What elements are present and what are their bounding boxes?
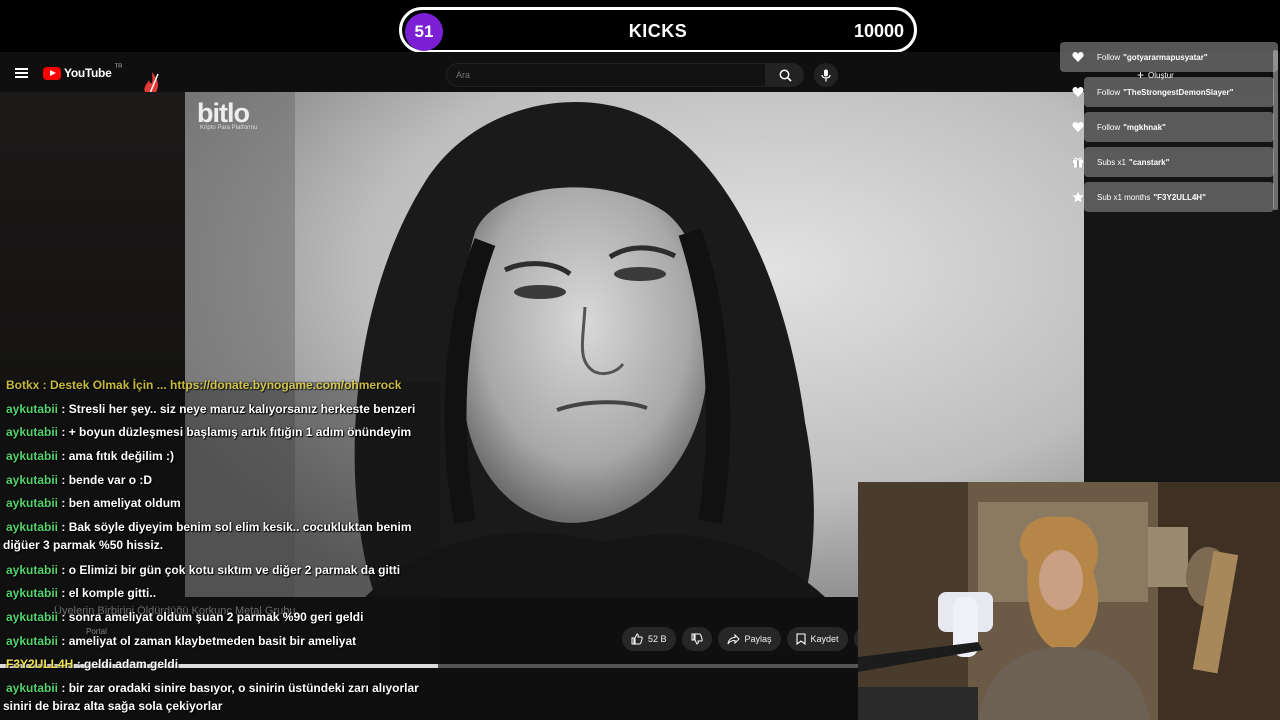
chat-text-continuation: diğüer 3 parmak %50 hissiz. (3, 538, 164, 552)
alert-item: Subs x1 "canstark" (1073, 147, 1274, 177)
chat-username: aykutabii (6, 473, 59, 487)
chat-text: : bende var o :D (58, 473, 153, 487)
chat-username: aykutabii (6, 681, 59, 695)
chat-username: aykutabii (6, 586, 59, 600)
chat-username: aykutabii (6, 563, 59, 577)
chat-username: aykutabii (6, 425, 59, 439)
alert-username: "TheStrongestDemonSlayer" (1123, 87, 1234, 97)
chat-message: aykutabii : bir zar oradaki sinire basıy… (0, 679, 419, 715)
chat-username: aykutabii (6, 634, 59, 648)
chat-text: : + boyun düzleşmesi başlamış artık fıtı… (58, 425, 412, 439)
chat-message: aykutabii : Bak söyle diyeyim benim sol … (0, 518, 412, 554)
kicks-counter: 51 KICKS 10000 (399, 7, 917, 53)
heart-icon (1072, 122, 1084, 132)
chat-username: aykutabii (6, 449, 59, 463)
chat-message: aykutabii : el komple gitti.. (0, 584, 156, 602)
bitlo-watermark-subtitle: Kripto Para Platformu (200, 125, 258, 131)
alert-type: Follow (1097, 87, 1121, 97)
youtube-logo[interactable]: YouTube TR (43, 64, 123, 80)
chat-message: aykutabii : o Elimizi bir gün çok kotu s… (0, 561, 400, 579)
chat-message: F3Y2ULL4H : geldi adam geldi (0, 655, 178, 673)
alerts-scrollbar[interactable] (1273, 50, 1278, 210)
search-input[interactable] (446, 63, 766, 87)
alert-username: "F3Y2ULL4H" (1153, 192, 1206, 202)
chat-text: : o Elimizi bir gün çok kotu sıktım ve d… (58, 563, 401, 577)
heart-icon (1072, 87, 1084, 97)
search-icon (779, 69, 792, 82)
alert-username: "mgkhnak" (1123, 122, 1166, 132)
chat-text-continuation: siniri de biraz alta sağa sola çekiyorla… (3, 699, 223, 713)
chat-message: aykutabii : + boyun düzleşmesi başlamış … (0, 423, 411, 441)
create-button[interactable]: + Oluştur (1137, 68, 1174, 82)
chat-text: : sonra ameliyat oldum şuan 2 parmak %90… (58, 610, 364, 624)
alert-item: Follow "mgkhnak" (1072, 112, 1274, 142)
chat-text: : ameliyat ol zaman klaybetmeden basit b… (58, 634, 357, 648)
stream-layout: 51 KICKS 10000 YouTube TR Ara bitlo Krip… (0, 0, 1280, 720)
chat-username: aykutabii (6, 496, 59, 510)
chat-overlay: Botkx : Destek Olmak İçin ... https://do… (0, 378, 858, 720)
kicks-goal: 10000 (853, 21, 904, 41)
alert-type: Sub x1 months (1097, 192, 1151, 202)
chat-username: aykutabii (6, 610, 59, 624)
create-label: Oluştur (1148, 70, 1174, 80)
alert-type: Subs x1 (1097, 157, 1126, 167)
chat-message: aykutabii : ameliyat ol zaman klaybetmed… (0, 632, 356, 650)
youtube-logo-text: YouTube (64, 66, 112, 80)
chat-text: : ama fıtık değilim :) (58, 449, 175, 463)
chat-message: aykutabii : Stresli her şey.. siz neye m… (0, 400, 415, 418)
search-button[interactable] (766, 63, 804, 87)
chat-username: aykutabii (6, 402, 59, 416)
microphone-icon (821, 69, 831, 81)
chat-text: : Bak söyle diyeyim benim sol elim kesik… (58, 520, 412, 534)
chat-text: : ben ameliyat oldum (58, 496, 181, 510)
alert-type: Follow (1097, 122, 1121, 132)
voice-search-button[interactable] (814, 63, 838, 87)
plus-icon: + (1137, 68, 1145, 82)
chat-message: aykutabii : sonra ameliyat oldum şuan 2 … (0, 608, 363, 626)
webcam-feed (858, 482, 1280, 720)
alert-type: Follow (1097, 52, 1121, 62)
chat-text: : el komple gitti.. (58, 586, 157, 600)
chat-message: aykutabii : bende var o :D (0, 471, 152, 489)
chat-username: aykutabii (6, 520, 59, 534)
chat-username: F3Y2ULL4H (6, 657, 74, 671)
alert-username: "gotyararmapusyatar" (1123, 52, 1208, 62)
left-background (0, 92, 185, 382)
alert-item: Sub x1 months "F3Y2ULL4H" (1072, 182, 1274, 212)
star-icon (1072, 191, 1084, 203)
chat-text: : Stresli her şey.. siz neye maruz kalıy… (58, 402, 416, 416)
chat-message: aykutabii : ama fıtık değilim :) (0, 447, 174, 465)
alert-item: Follow "TheStrongestDemonSlayer" (1072, 77, 1274, 107)
youtube-play-icon (43, 66, 61, 80)
gift-icon (1073, 157, 1083, 168)
kicks-label: KICKS (628, 21, 688, 41)
chat-message: aykutabii : ben ameliyat oldum (0, 494, 181, 512)
chat-text: : geldi adam geldi (73, 657, 179, 671)
menu-icon[interactable] (15, 68, 28, 78)
chat-partial-message: Botkx : Destek Olmak İçin ... https://do… (6, 378, 402, 392)
heart-icon (1072, 52, 1084, 62)
alert-username: "canstark" (1128, 157, 1170, 167)
chat-text: : bir zar oradaki sinire basıyor, o sini… (58, 681, 419, 695)
country-code: TR (114, 64, 123, 70)
webcam-image (858, 482, 1280, 720)
